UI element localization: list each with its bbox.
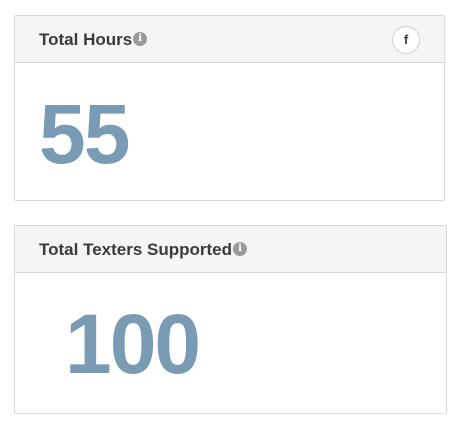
total-texters-card: Total Texters Supported i 100 [14, 225, 447, 414]
info-icon[interactable]: i [233, 242, 248, 256]
card-title-text: Total Hours [39, 30, 133, 49]
facebook-icon: f [403, 32, 409, 47]
card-title: Total Hours i [39, 30, 148, 50]
card-title-text: Total Texters Supported [39, 240, 233, 259]
card-header: Total Hours i f [15, 16, 444, 63]
card-title: Total Texters Supported i [39, 240, 248, 260]
total-hours-value: 55 [39, 87, 130, 181]
card-header: Total Texters Supported i [15, 226, 446, 273]
total-hours-card: Total Hours i f 55 [14, 15, 445, 201]
info-icon[interactable]: i [133, 32, 148, 46]
total-texters-value: 100 [65, 297, 201, 391]
facebook-share-button[interactable]: f [392, 26, 420, 54]
